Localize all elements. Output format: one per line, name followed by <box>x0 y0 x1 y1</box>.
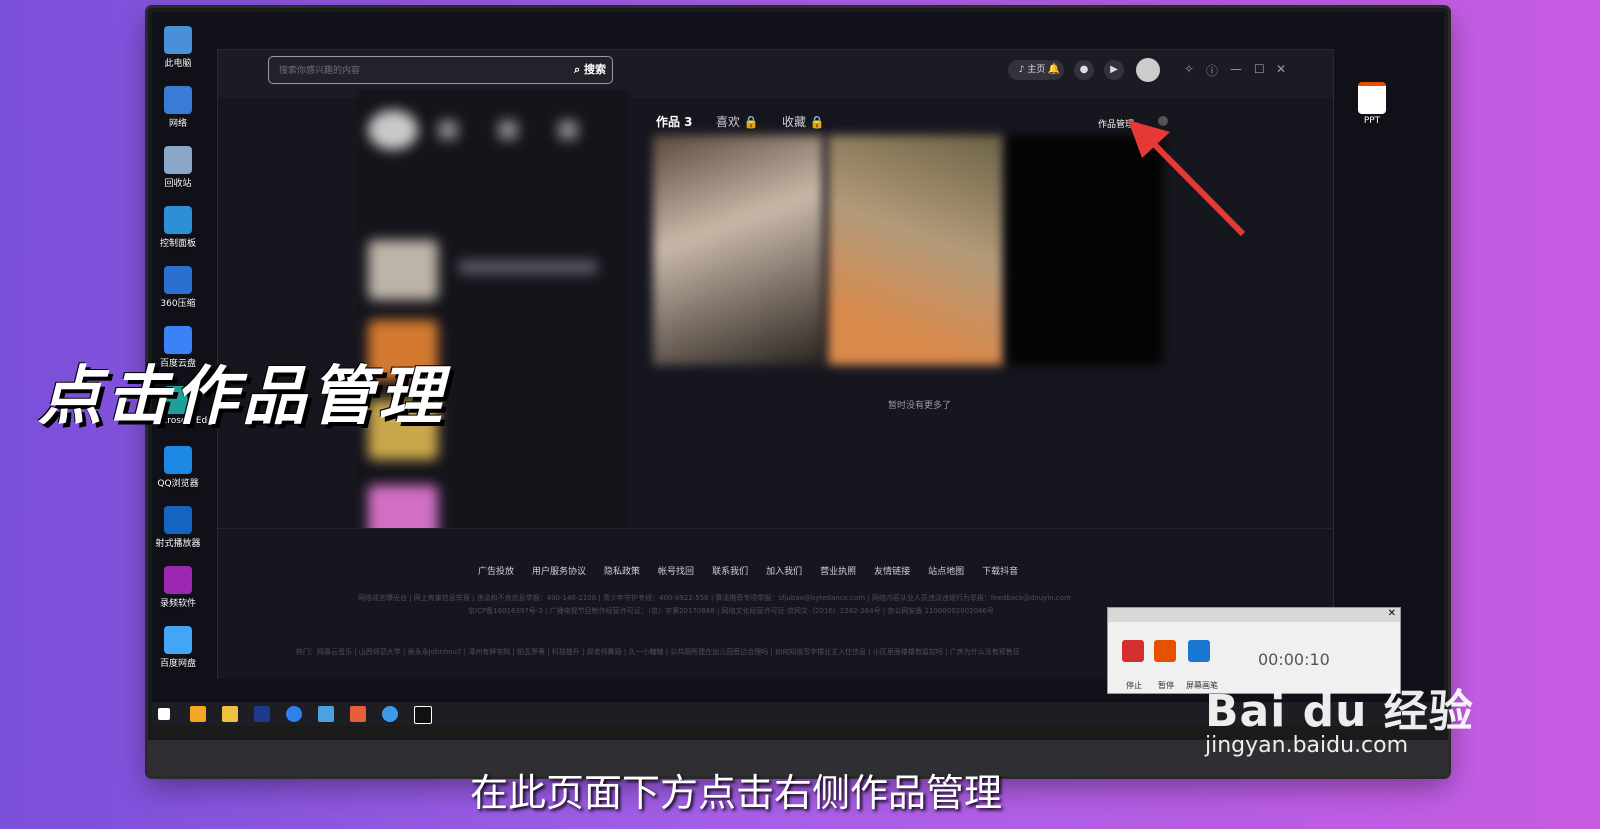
baidu-watermark: Bai du 经验 jingyan.baidu.com <box>1205 675 1474 758</box>
watermark-brand: Bai du 经验 <box>1205 686 1474 737</box>
caption-title: 点击作品管理 <box>38 360 446 434</box>
ppt-icon <box>1358 82 1386 114</box>
desktop-icon-label: PPT <box>1363 116 1381 126</box>
caption-subtitle: 在此页面下方点击右侧作品管理 <box>470 771 1003 815</box>
arrow-shaft <box>1147 137 1246 237</box>
desktop-icon-ppt[interactable]: PPT <box>1346 82 1398 126</box>
